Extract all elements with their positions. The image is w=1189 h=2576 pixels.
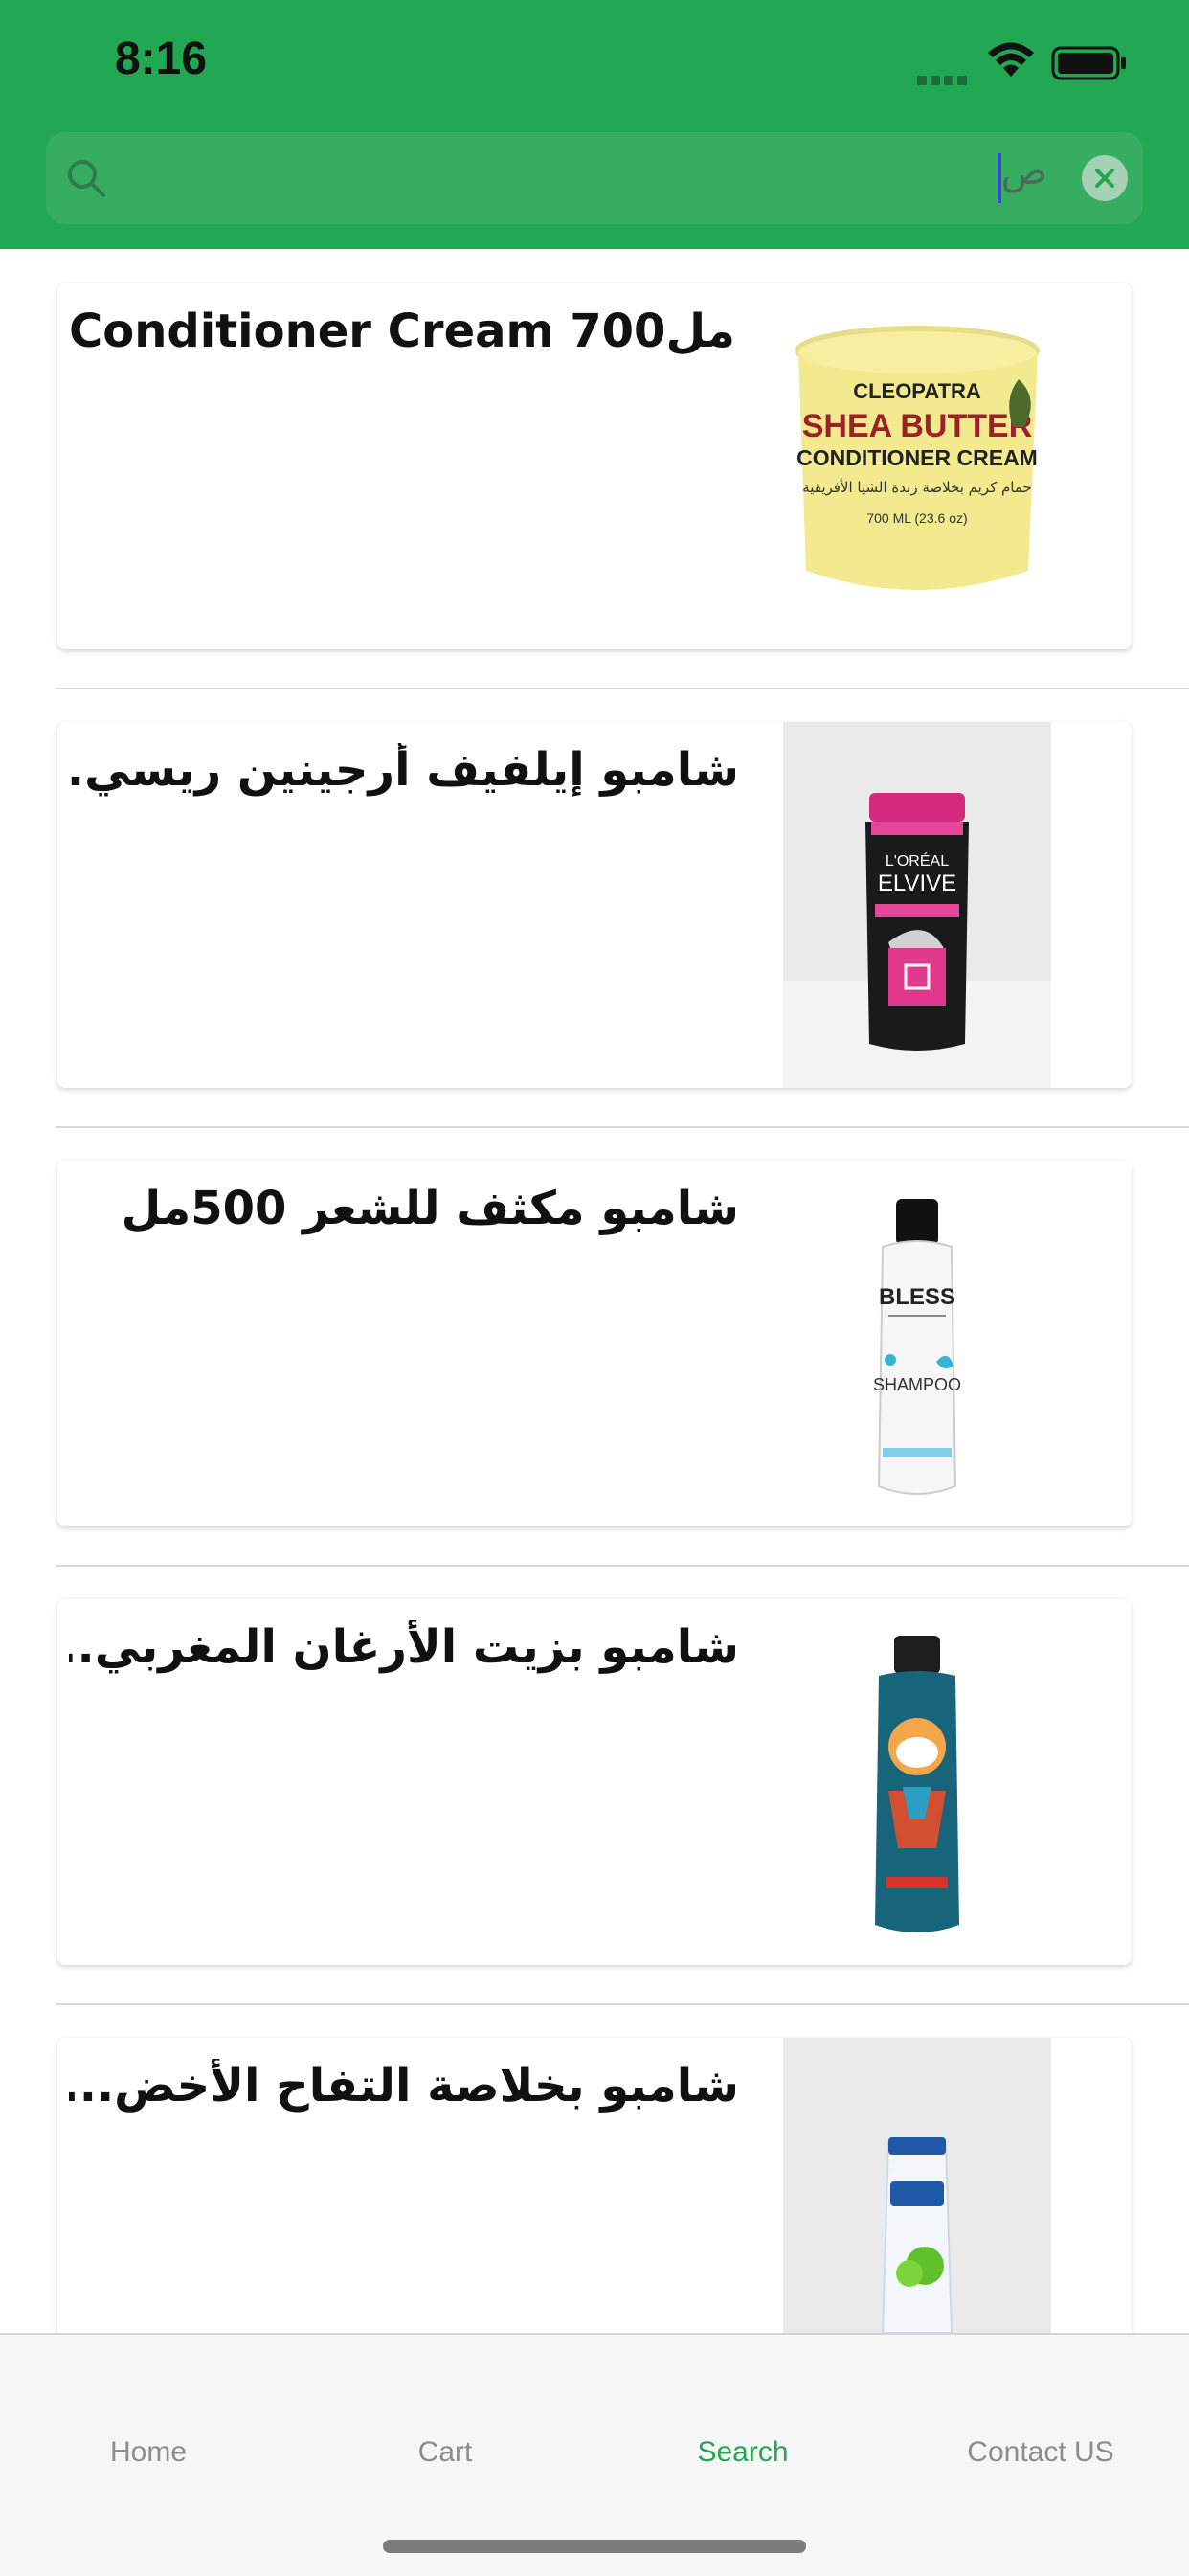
product-card[interactable]: شامبو إيلفيف أرجينين ريسي... L'ORÉAL ELV… [57, 722, 1132, 1088]
product-title: شامبو بزيت الأرغان المغربي... [69, 1620, 739, 1674]
svg-text:SHEA BUTTER: SHEA BUTTER [802, 408, 1033, 444]
home-indicator[interactable] [383, 2540, 806, 2553]
product-title: شامبو إيلفيف أرجينين ريسي... [69, 743, 739, 797]
tab-home[interactable]: Home [0, 2436, 297, 2469]
product-title: Conditioner Cream 700مل [69, 305, 735, 358]
product-card[interactable]: Conditioner Cream 700مل CLEOPATRA SHEA B… [57, 283, 1132, 649]
svg-text:حمام كريم بخلاصة زبدة الشيا ال: حمام كريم بخلاصة زبدة الشيا الأفريقية [802, 478, 1032, 496]
product-image: BLESS SHAMPOO [783, 1161, 1051, 1526]
svg-text:L'ORÉAL: L'ORÉAL [886, 851, 949, 870]
close-icon [1095, 169, 1114, 188]
wifi-icon [986, 42, 1036, 82]
product-image [783, 2038, 1051, 2334]
list-divider [56, 1565, 1189, 1567]
list-divider [56, 688, 1189, 689]
svg-text:BLESS: BLESS [879, 1284, 955, 1310]
svg-text:CONDITIONER CREAM: CONDITIONER CREAM [796, 445, 1038, 470]
product-image: L'ORÉAL ELVIVE [783, 722, 1051, 1088]
svg-text:CLEOPATRA: CLEOPATRA [853, 379, 981, 403]
product-card[interactable]: شامبو بزيت الأرغان المغربي... [57, 1599, 1132, 1965]
tab-contact-us[interactable]: Contact US [892, 2436, 1189, 2469]
clear-search-button[interactable] [1082, 155, 1128, 201]
svg-text:700 ML (23.6 oz): 700 ML (23.6 oz) [866, 510, 967, 526]
svg-text:ELVIVE: ELVIVE [878, 870, 956, 896]
tab-search[interactable]: Search [594, 2436, 891, 2469]
svg-text:SHAMPOO: SHAMPOO [873, 1375, 961, 1394]
app-header: 8:16 ص [0, 0, 1189, 249]
tab-cart[interactable]: Cart [297, 2436, 594, 2469]
product-card[interactable]: شامبو مكثف للشعر 500مل BLESS SHAMPOO [57, 1161, 1132, 1526]
product-title: شامبو بخلاصة التفاح الأخض... [69, 2059, 739, 2113]
search-input[interactable]: ص [1001, 149, 1047, 193]
product-title: شامبو مكثف للشعر 500مل [121, 1182, 739, 1235]
product-image [783, 1599, 1051, 1965]
search-bar[interactable]: ص [46, 132, 1143, 224]
list-divider [56, 2003, 1189, 2005]
status-time: 8:16 [115, 34, 208, 84]
list-divider [56, 1126, 1189, 1128]
battery-icon [1051, 46, 1128, 84]
bottom-tab-bar: Home Cart Search Contact US [0, 2333, 1189, 2576]
search-icon [63, 155, 109, 205]
product-image: CLEOPATRA SHEA BUTTER CONDITIONER CREAM … [783, 283, 1051, 649]
cellular-signal-icon [917, 71, 971, 85]
